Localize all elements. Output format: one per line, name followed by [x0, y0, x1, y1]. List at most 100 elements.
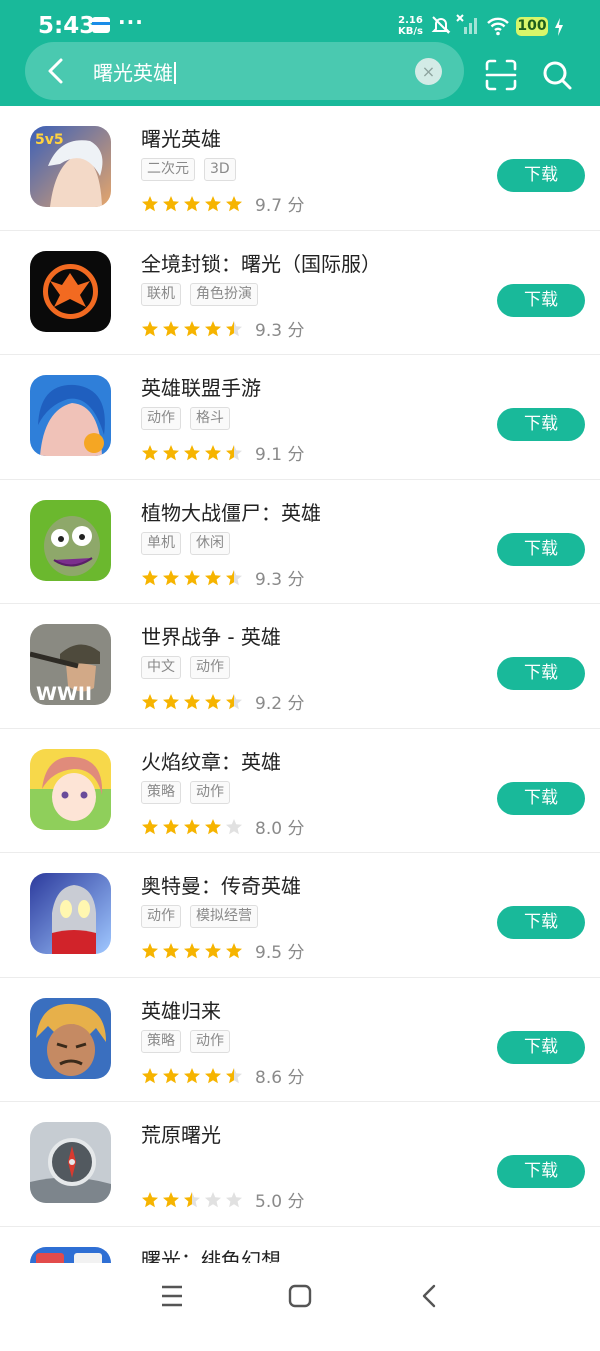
app-name: 火焰纹章：英雄 [141, 746, 281, 775]
app-tag: 二次元 [141, 158, 195, 181]
rating-row: 9.2 分 [141, 689, 304, 711]
download-button[interactable]: 下载 [497, 159, 585, 192]
star-full-icon [141, 818, 159, 836]
soldier-wwii-icon: WWII [30, 624, 111, 705]
ultraman-icon [30, 873, 111, 954]
anime-girl-icon [30, 749, 111, 830]
list-item[interactable]: 英雄归来 策略动作 8.6 分 下载 [0, 978, 600, 1103]
star-full-icon [183, 195, 201, 213]
app-tag: 动作 [190, 781, 230, 804]
wifi-icon [486, 16, 510, 36]
network-speed-unit: KB/s [398, 26, 423, 37]
network-speed: 2.16 KB/s [398, 15, 423, 37]
tag-group: 动作模拟经营 [141, 905, 267, 929]
rating-row: 9.1 分 [141, 440, 304, 462]
rating-score: 9.3 分 [255, 565, 304, 590]
rating-score: 9.5 分 [255, 938, 304, 963]
jinx-portrait-icon [30, 375, 111, 456]
rating-row: 9.3 分 [141, 565, 304, 587]
star-full-icon [183, 444, 201, 462]
star-half-icon [225, 693, 243, 711]
download-button[interactable]: 下载 [497, 1155, 585, 1188]
download-button[interactable]: 下载 [497, 408, 585, 441]
home-icon[interactable] [288, 1284, 312, 1308]
back-arrow-icon[interactable] [37, 52, 75, 90]
status-bar: 5:43 ··· 2.16 KB/s 100 [0, 0, 600, 40]
svg-text:5v5: 5v5 [35, 132, 64, 148]
app-name: 英雄归来 [141, 995, 221, 1024]
app-tag: 动作 [141, 905, 181, 928]
app-name: 荒原曙光 [141, 1119, 221, 1148]
search-box[interactable]: 曙光英雄 × [25, 42, 464, 100]
list-item[interactable]: 全境封锁：曙光（国际服） 联机角色扮演 9.3 分 下载 [0, 231, 600, 356]
star-full-icon [183, 693, 201, 711]
rating-score: 9.3 分 [255, 316, 304, 341]
rating-score: 5.0 分 [255, 1187, 304, 1212]
star-full-icon [162, 444, 180, 462]
star-full-icon [204, 942, 222, 960]
back-icon[interactable] [418, 1284, 440, 1308]
tag-group: 中文动作 [141, 656, 239, 680]
app-tag: 3D [204, 158, 236, 181]
star-full-icon [225, 942, 243, 960]
star-full-icon [141, 1191, 159, 1209]
download-button[interactable]: 下载 [497, 533, 585, 566]
app-tag: 策略 [141, 781, 181, 804]
zombie-face-icon [30, 500, 111, 581]
clear-search-button[interactable]: × [415, 58, 442, 85]
list-item[interactable]: 奥特曼：传奇英雄 动作模拟经营 9.5 分 下载 [0, 853, 600, 978]
app-tag: 休闲 [190, 532, 230, 555]
app-tag: 动作 [141, 407, 181, 430]
star-full-icon [183, 1067, 201, 1085]
star-full-icon [141, 195, 159, 213]
more-notifications-icon: ··· [118, 10, 144, 34]
charging-bolt-icon [553, 17, 565, 37]
hero-portrait-icon: 5v5 [30, 126, 111, 207]
top-header: 5:43 ··· 2.16 KB/s 100 [0, 0, 600, 106]
star-half-icon [225, 320, 243, 338]
list-item[interactable]: 荒原曙光 5.0 分 下载 [0, 1102, 600, 1227]
download-button[interactable]: 下载 [497, 906, 585, 939]
no-signal-icon [456, 14, 480, 36]
scan-icon[interactable] [484, 58, 518, 92]
tag-group: 二次元 3D [141, 158, 245, 182]
recent-apps-icon[interactable] [160, 1283, 184, 1309]
star-full-icon [204, 195, 222, 213]
download-button[interactable]: 下载 [497, 1031, 585, 1064]
star-full-icon [141, 569, 159, 587]
rating-stars [141, 816, 246, 836]
app-name: 世界战争 - 英雄 [141, 621, 281, 650]
download-button[interactable]: 下载 [497, 782, 585, 815]
download-button[interactable]: 下载 [497, 657, 585, 690]
list-item[interactable]: 英雄联盟手游 动作格斗 9.1 分 下载 [0, 355, 600, 480]
app-name: 奥特曼：传奇英雄 [141, 870, 301, 899]
app-tag: 模拟经营 [190, 905, 258, 928]
search-icon[interactable] [540, 58, 574, 92]
rating-score: 9.2 分 [255, 689, 304, 714]
star-full-icon [204, 569, 222, 587]
search-input[interactable]: 曙光英雄 [93, 57, 176, 86]
star-full-icon [141, 320, 159, 338]
rating-stars [141, 1065, 246, 1085]
download-button[interactable]: 下载 [497, 284, 585, 317]
star-half-icon [183, 1191, 201, 1209]
list-item[interactable]: 植物大战僵尸：英雄 单机休闲 9.3 分 下载 [0, 480, 600, 605]
star-full-icon [162, 1067, 180, 1085]
app-name: 英雄联盟手游 [141, 372, 261, 401]
list-item[interactable]: WWII 世界战争 - 英雄 中文动作 9.2 分 下载 [0, 604, 600, 729]
app-tag: 动作 [190, 656, 230, 679]
star-full-icon [141, 942, 159, 960]
list-item[interactable]: 5v5 曙光英雄 二次元3D 9.7 分 下载 [0, 106, 600, 231]
list-item[interactable]: 火焰纹章：英雄 策略动作 8.0 分 下载 [0, 729, 600, 854]
rating-row: 8.0 分 [141, 814, 304, 836]
warrior-face-icon [30, 998, 111, 1079]
star-full-icon [183, 942, 201, 960]
rating-row: 9.3 分 [141, 316, 304, 338]
rating-row: 9.5 分 [141, 938, 304, 960]
star-full-icon [162, 320, 180, 338]
rating-stars [141, 1190, 246, 1210]
app-name: 植物大战僵尸：英雄 [141, 497, 321, 526]
tag-group: 策略动作 [141, 781, 239, 805]
app-tag: 中文 [141, 656, 181, 679]
star-full-icon [183, 569, 201, 587]
